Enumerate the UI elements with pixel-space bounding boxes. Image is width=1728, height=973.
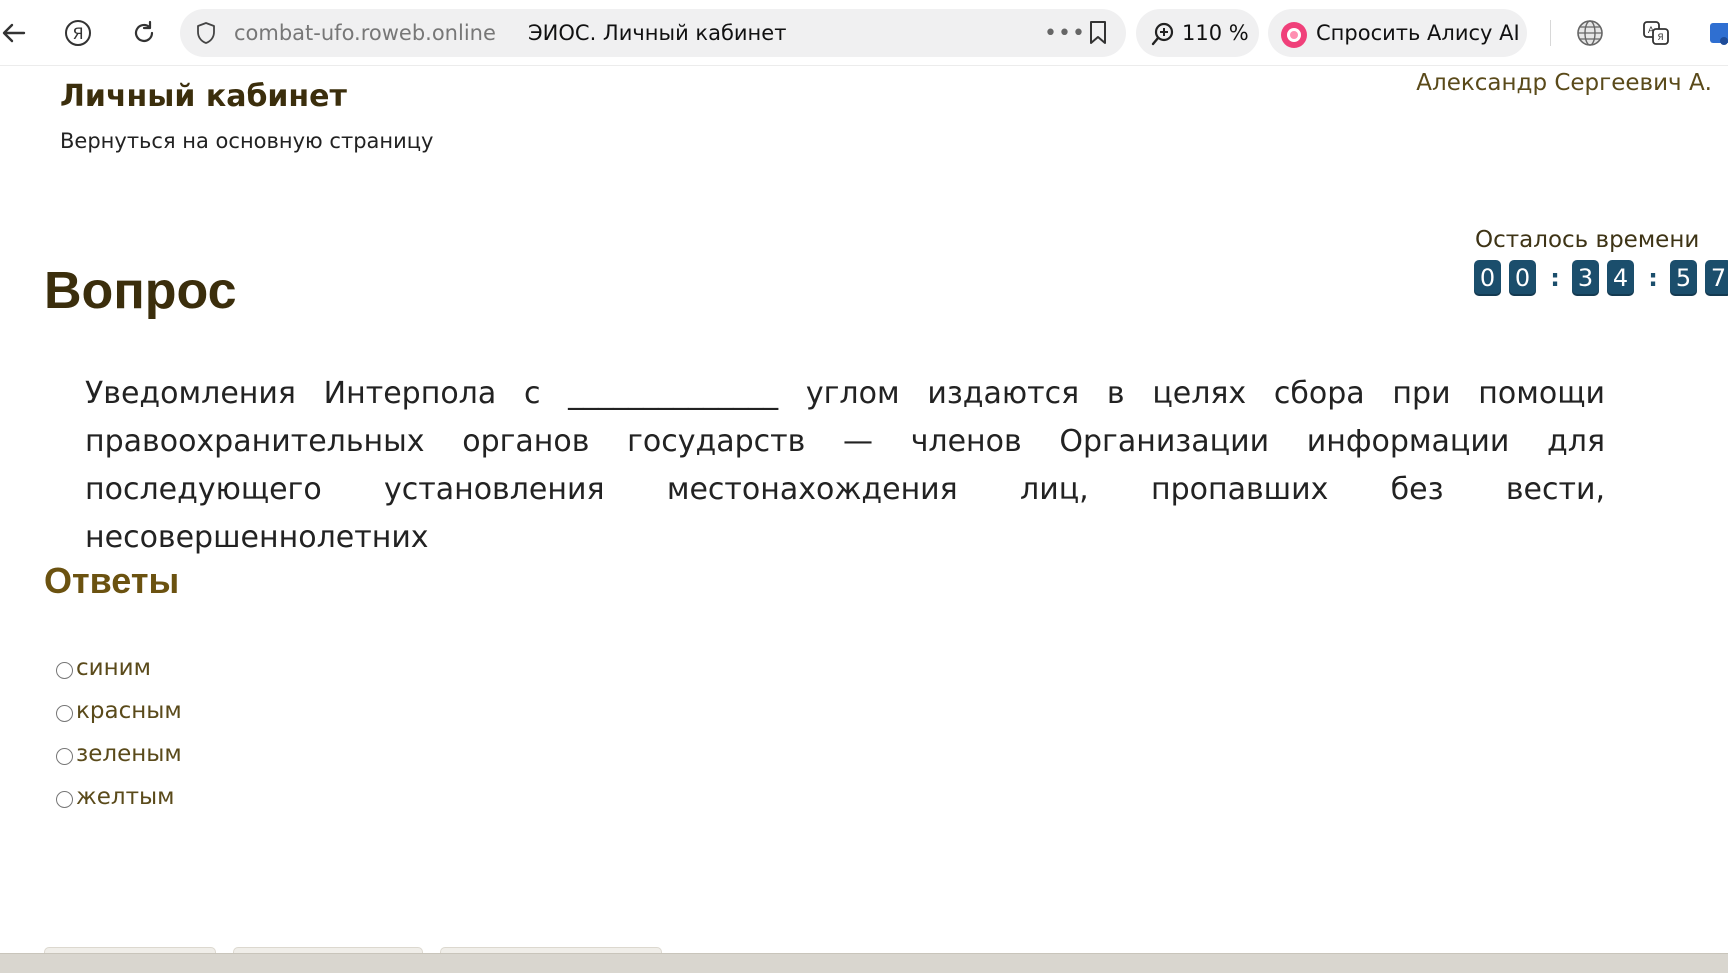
answer-option[interactable]: желтым: [56, 775, 182, 818]
timer-separator: :: [1648, 264, 1658, 292]
page-title: Личный кабинет: [60, 79, 347, 114]
timer-digit: 4: [1607, 260, 1634, 296]
answer-label[interactable]: синим: [76, 655, 151, 681]
alice-icon: [1280, 21, 1308, 53]
svg-text:Я: Я: [72, 24, 83, 43]
translate-icon[interactable]: AЯ: [1638, 15, 1674, 51]
zoom-icon: [1150, 21, 1176, 51]
back-to-main-link[interactable]: Вернуться на основную страницу: [60, 129, 434, 153]
answer-radio[interactable]: [56, 705, 73, 722]
browser-toolbar: Я combat-ufo.roweb.online ЭИОС. Личный к…: [0, 0, 1728, 66]
question-heading: Вопрос: [44, 262, 237, 320]
answer-radio[interactable]: [56, 662, 73, 679]
answer-options: синим красным зеленым желтым: [56, 646, 182, 818]
zoom-level: 110 %: [1182, 21, 1249, 45]
address-bar[interactable]: combat-ufo.roweb.online ЭИОС. Личный каб…: [180, 9, 1126, 57]
answer-option[interactable]: синим: [56, 646, 182, 689]
globe-icon[interactable]: [1572, 15, 1608, 51]
answers-heading: Ответы: [44, 560, 180, 601]
timer-digit: 7: [1705, 260, 1728, 296]
ask-alice-label: Спросить Алису AI: [1316, 21, 1520, 45]
user-name[interactable]: Александр Сергеевич А.: [1416, 70, 1712, 96]
answer-option[interactable]: зеленым: [56, 732, 182, 775]
answer-option[interactable]: красным: [56, 689, 182, 732]
answer-radio[interactable]: [56, 791, 73, 808]
address-page-title[interactable]: ЭИОС. Личный кабинет: [528, 21, 786, 45]
shield-icon[interactable]: [194, 21, 218, 49]
timer-separator: :: [1550, 264, 1560, 292]
bottom-bar: [0, 953, 1728, 973]
more-dots-icon[interactable]: •••: [1044, 21, 1086, 46]
address-domain[interactable]: combat-ufo.roweb.online: [234, 21, 496, 45]
answer-radio[interactable]: [56, 748, 73, 765]
svg-text:Я: Я: [1657, 33, 1663, 43]
back-arrow-icon[interactable]: [0, 15, 32, 51]
timer-digit: 0: [1509, 260, 1536, 296]
answer-label[interactable]: красным: [76, 698, 182, 724]
svg-text:A: A: [1648, 26, 1655, 36]
timer-digit: 5: [1670, 260, 1697, 296]
ask-alice-button[interactable]: Спросить Алису AI: [1268, 9, 1527, 57]
yandex-logo-icon[interactable]: Я: [60, 15, 96, 51]
answer-label[interactable]: желтым: [76, 784, 174, 810]
extension-icon[interactable]: [1704, 15, 1728, 51]
question-text: Уведомления Интерпола с ______________ у…: [85, 376, 1605, 555]
zoom-button[interactable]: 110 %: [1136, 9, 1259, 57]
answer-label[interactable]: зеленым: [76, 741, 182, 767]
reload-icon[interactable]: [126, 15, 162, 51]
toolbar-separator: [1550, 20, 1551, 46]
timer-digit: 3: [1572, 260, 1599, 296]
countdown-timer: 0 0 : 3 4 : 5 7: [1474, 260, 1728, 296]
bookmark-icon[interactable]: [1086, 20, 1110, 50]
timer-digit: 0: [1474, 260, 1501, 296]
timer-label: Осталось времени: [1475, 227, 1700, 253]
